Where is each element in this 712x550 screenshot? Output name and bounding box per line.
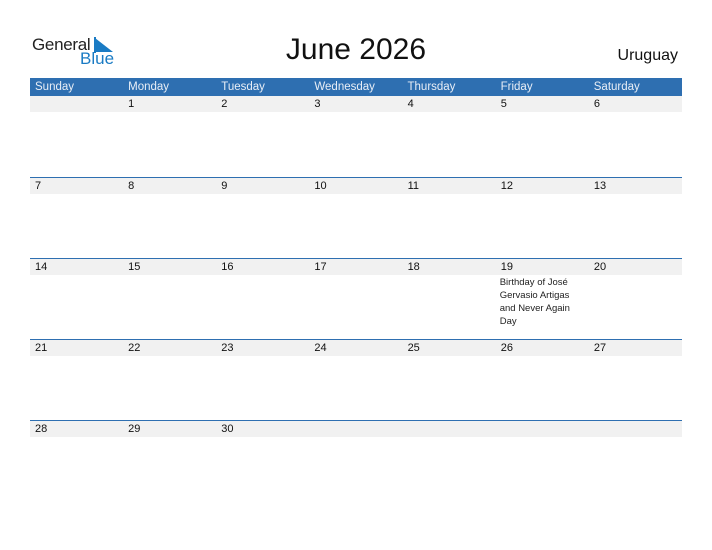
day-cell: 11 bbox=[403, 178, 496, 258]
day-number: 23 bbox=[221, 342, 234, 354]
weekday-tuesday: Tuesday bbox=[221, 81, 265, 93]
day-number: 26 bbox=[500, 342, 513, 354]
weekday-monday: Monday bbox=[128, 81, 170, 93]
day-cell: 9 bbox=[216, 178, 309, 258]
day-number: 10 bbox=[314, 180, 327, 192]
day-cell: 2 bbox=[216, 96, 309, 176]
day-number: 3 bbox=[314, 98, 321, 110]
day-cell: 26 bbox=[496, 340, 589, 420]
day-cell: 15 bbox=[123, 259, 216, 339]
day-cell bbox=[403, 421, 496, 501]
day-cell bbox=[30, 96, 123, 176]
day-cell: 19 Birthday of José Gervasio Artigas and … bbox=[496, 259, 589, 339]
day-cell: 30 bbox=[216, 421, 309, 501]
day-number: 2 bbox=[221, 98, 228, 110]
day-cell: 14 bbox=[30, 259, 123, 339]
day-number: 19 bbox=[500, 261, 513, 273]
day-cell: 1 bbox=[123, 96, 216, 176]
weekday-saturday: Saturday bbox=[593, 81, 640, 93]
day-number: 27 bbox=[593, 342, 607, 354]
day-number: 9 bbox=[221, 180, 228, 192]
weekday-header: Sunday Monday Tuesday Wednesday Thursday… bbox=[30, 78, 682, 96]
day-number: 1 bbox=[128, 98, 135, 110]
day-cell: 20 bbox=[589, 259, 682, 339]
day-number: 13 bbox=[593, 180, 607, 192]
day-cell: 4 bbox=[403, 96, 496, 176]
day-cell: 6 bbox=[589, 96, 682, 176]
day-cell: 7 bbox=[30, 178, 123, 258]
day-cell: 13 bbox=[589, 178, 682, 258]
day-cell: 24 bbox=[309, 340, 402, 420]
day-cell: 16 bbox=[216, 259, 309, 339]
day-number: 20 bbox=[593, 261, 607, 273]
day-number: 30 bbox=[221, 423, 234, 435]
day-cell: 21 bbox=[30, 340, 123, 420]
day-number: 17 bbox=[314, 261, 327, 273]
day-number: 25 bbox=[407, 342, 420, 354]
weekday-sunday: Sunday bbox=[35, 81, 75, 93]
day-cell: 22 bbox=[123, 340, 216, 420]
day-cell: 5 bbox=[496, 96, 589, 176]
day-number: 29 bbox=[128, 423, 141, 435]
day-cell: 29 bbox=[123, 421, 216, 501]
weekday-friday: Friday bbox=[500, 81, 533, 93]
day-number: 22 bbox=[128, 342, 141, 354]
day-number: 14 bbox=[35, 261, 48, 273]
day-cell: 27 bbox=[589, 340, 682, 420]
day-cell: 18 bbox=[403, 259, 496, 339]
day-cell bbox=[309, 421, 402, 501]
day-number: 18 bbox=[407, 261, 420, 273]
day-number: 21 bbox=[35, 342, 48, 354]
day-number: 8 bbox=[128, 180, 135, 192]
calendar-title: June 2026 bbox=[285, 33, 427, 66]
day-number: 12 bbox=[500, 180, 513, 192]
day-number: 7 bbox=[35, 180, 42, 192]
day-cell: 25 bbox=[403, 340, 496, 420]
day-cell: 8 bbox=[123, 178, 216, 258]
day-number: 5 bbox=[500, 98, 507, 110]
holiday-event: Birthday of José Gervasio Artigas and Ne… bbox=[499, 277, 570, 327]
weekday-thursday: Thursday bbox=[407, 81, 456, 93]
day-number: 11 bbox=[407, 180, 419, 192]
weekday-wednesday: Wednesday bbox=[314, 81, 375, 93]
day-cell: 17 bbox=[309, 259, 402, 339]
day-cell: 28 bbox=[30, 421, 123, 501]
day-number: 4 bbox=[407, 98, 414, 110]
day-cell: 12 bbox=[496, 178, 589, 258]
day-number: 28 bbox=[35, 423, 48, 435]
country-label: Uruguay bbox=[617, 47, 678, 64]
day-cell: 3 bbox=[309, 96, 402, 176]
day-cell bbox=[589, 421, 682, 501]
day-cell: 10 bbox=[309, 178, 402, 258]
day-number: 24 bbox=[314, 342, 327, 354]
day-number: 6 bbox=[593, 98, 600, 110]
day-cell bbox=[496, 421, 589, 501]
day-cell: 23 bbox=[216, 340, 309, 420]
day-number: 16 bbox=[221, 261, 234, 273]
day-number: 15 bbox=[128, 261, 141, 273]
